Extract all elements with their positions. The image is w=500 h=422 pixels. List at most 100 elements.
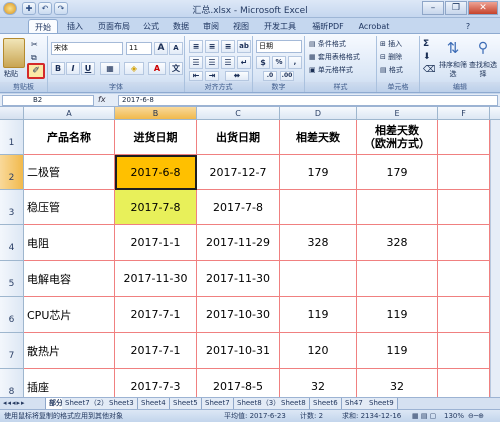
column-header-e[interactable]: E (357, 107, 438, 120)
formula-input[interactable]: 2017-6-8 (118, 95, 498, 106)
tab-acrobat[interactable]: Acrobat (354, 19, 394, 34)
table-cell[interactable]: 稳压管 (24, 190, 115, 225)
table-cell[interactable]: 电阻 (24, 225, 115, 261)
paste-button[interactable]: 粘贴 (3, 68, 27, 81)
autosum-icon[interactable]: Σ (422, 38, 436, 51)
restore-button[interactable]: ❐ (445, 1, 467, 15)
close-button[interactable]: ✕ (468, 1, 498, 15)
sheet-tab[interactable]: Sheet6 (310, 398, 342, 409)
align-bottom-icon[interactable]: ≡ (221, 40, 235, 53)
borders-icon[interactable]: ▦ (100, 62, 120, 75)
table-cell[interactable]: 119 (357, 297, 438, 333)
italic-button[interactable]: I (66, 62, 80, 75)
header-cell[interactable]: 出货日期 (197, 120, 280, 155)
font-name-select[interactable]: 宋体 (51, 42, 123, 55)
row-header-3[interactable]: 3 (0, 190, 24, 225)
table-cell[interactable]: 2017-1-1 (115, 225, 197, 261)
row-header-1[interactable]: 1 (0, 120, 24, 155)
table-cell[interactable]: 119 (280, 297, 357, 333)
font-size-select[interactable]: 11 (126, 42, 152, 55)
sheet-tab[interactable]: Sheet9 (366, 398, 398, 409)
number-format-select[interactable]: 日期 (256, 40, 302, 53)
sheet-tab[interactable]: Sheet5 (170, 398, 202, 409)
shrink-font-button[interactable]: A (169, 42, 183, 55)
increase-decimal-icon[interactable]: .0 (263, 71, 277, 81)
tab-developer[interactable]: 开发工具 (258, 19, 302, 34)
currency-icon[interactable]: $ (256, 56, 270, 69)
table-cell[interactable]: 32 (280, 369, 357, 397)
header-cell[interactable]: 进货日期 (115, 120, 197, 155)
table-cell[interactable]: 2017-11-30 (115, 261, 197, 297)
align-right-icon[interactable]: ☰ (221, 56, 235, 69)
table-cell[interactable]: 2017-7-8 (197, 190, 280, 225)
table-cell[interactable] (438, 369, 490, 397)
sheet-nav-arrows-icon[interactable]: ◂◂◂▸▸ (0, 398, 46, 409)
column-header-b[interactable]: B (115, 107, 197, 120)
vertical-scrollbar[interactable] (490, 120, 500, 397)
table-cell[interactable]: 2017-12-7 (197, 155, 280, 190)
minimize-button[interactable]: – (422, 1, 444, 15)
table-cell[interactable]: 二极管 (24, 155, 115, 190)
table-cell[interactable]: 2017-6-8 (115, 155, 197, 190)
row-header-8[interactable]: 8 (0, 369, 24, 397)
function-icon[interactable]: fx (98, 95, 116, 106)
align-left-icon[interactable]: ☰ (189, 56, 203, 69)
table-cell[interactable]: 179 (357, 155, 438, 190)
conditional-format-button[interactable]: ▤ 条件格式 (308, 38, 374, 51)
row-header-5[interactable]: 5 (0, 261, 24, 297)
sort-filter-icon[interactable]: ⇅ (440, 38, 466, 58)
header-cell[interactable]: 相差天数 （欧洲方式） (357, 120, 438, 155)
table-cell[interactable] (438, 297, 490, 333)
align-top-icon[interactable]: ≡ (189, 40, 203, 53)
clear-icon[interactable]: ⌫ (422, 64, 436, 77)
fill-icon[interactable]: ⬇ (422, 51, 436, 64)
comma-icon[interactable]: , (288, 56, 302, 69)
table-cell[interactable]: 179 (280, 155, 357, 190)
format-as-table-button[interactable]: ▦ 套用表格格式 (308, 51, 374, 64)
sheet-tab[interactable]: Sheet4 (138, 398, 170, 409)
tab-insert[interactable]: 插入 (62, 19, 88, 34)
sheet-tab[interactable]: Sheet3 (106, 398, 138, 409)
format-painter-icon[interactable]: ✐ (27, 63, 45, 79)
table-cell[interactable]: 2017-11-29 (197, 225, 280, 261)
wrap-text-icon[interactable]: ↵ (237, 56, 251, 69)
phonetic-button[interactable]: 文 (169, 62, 183, 75)
table-cell[interactable]: 2017-7-1 (115, 297, 197, 333)
header-cell[interactable]: 相差天数 (280, 120, 357, 155)
table-cell[interactable] (438, 155, 490, 190)
table-cell[interactable]: 2017-7-8 (115, 190, 197, 225)
row-header-2[interactable]: 2 (0, 155, 24, 190)
increase-indent-icon[interactable]: ⇥ (205, 71, 219, 81)
table-cell[interactable]: 2017-10-31 (197, 333, 280, 369)
table-cell[interactable]: 328 (280, 225, 357, 261)
decrease-indent-icon[interactable]: ⇤ (189, 71, 203, 81)
table-cell[interactable]: 2017-11-30 (197, 261, 280, 297)
table-cell[interactable]: 2017-7-3 (115, 369, 197, 397)
merge-center-icon[interactable]: ⬌ (225, 71, 249, 81)
sheet-tab[interactable]: Sh47 (342, 398, 367, 409)
table-cell[interactable] (438, 261, 490, 297)
help-icon[interactable]: ? (462, 19, 474, 34)
name-box[interactable]: B2 (2, 95, 94, 106)
table-cell[interactable] (357, 261, 438, 297)
column-header-c[interactable]: C (197, 107, 280, 120)
align-middle-icon[interactable]: ≡ (205, 40, 219, 53)
cell-styles-button[interactable]: ▣ 单元格样式 (308, 64, 374, 77)
table-cell[interactable] (280, 190, 357, 225)
sheet-tab[interactable]: Sheet8（3） (234, 398, 285, 409)
table-cell[interactable]: 120 (280, 333, 357, 369)
cut-icon[interactable]: ✂ (30, 38, 42, 49)
decrease-decimal-icon[interactable]: .00 (280, 71, 294, 81)
table-cell[interactable]: 2017-10-30 (197, 297, 280, 333)
column-header-f[interactable]: F (438, 107, 490, 120)
tab-home[interactable]: 开始 (28, 19, 58, 34)
view-buttons-icon[interactable]: ▦ ▤ ▢ (412, 410, 436, 422)
tab-formulas[interactable]: 公式 (138, 19, 164, 34)
table-cell[interactable] (438, 333, 490, 369)
grow-font-button[interactable]: A (154, 42, 168, 55)
table-cell[interactable]: 2017-8-5 (197, 369, 280, 397)
tab-page-layout[interactable]: 页面布局 (92, 19, 136, 34)
delete-cells-button[interactable]: ⊟ 删除 (379, 51, 419, 64)
tab-foxit-pdf[interactable]: 福昕PDF (306, 19, 350, 34)
insert-cells-button[interactable]: ⊞ 插入 (379, 38, 419, 51)
